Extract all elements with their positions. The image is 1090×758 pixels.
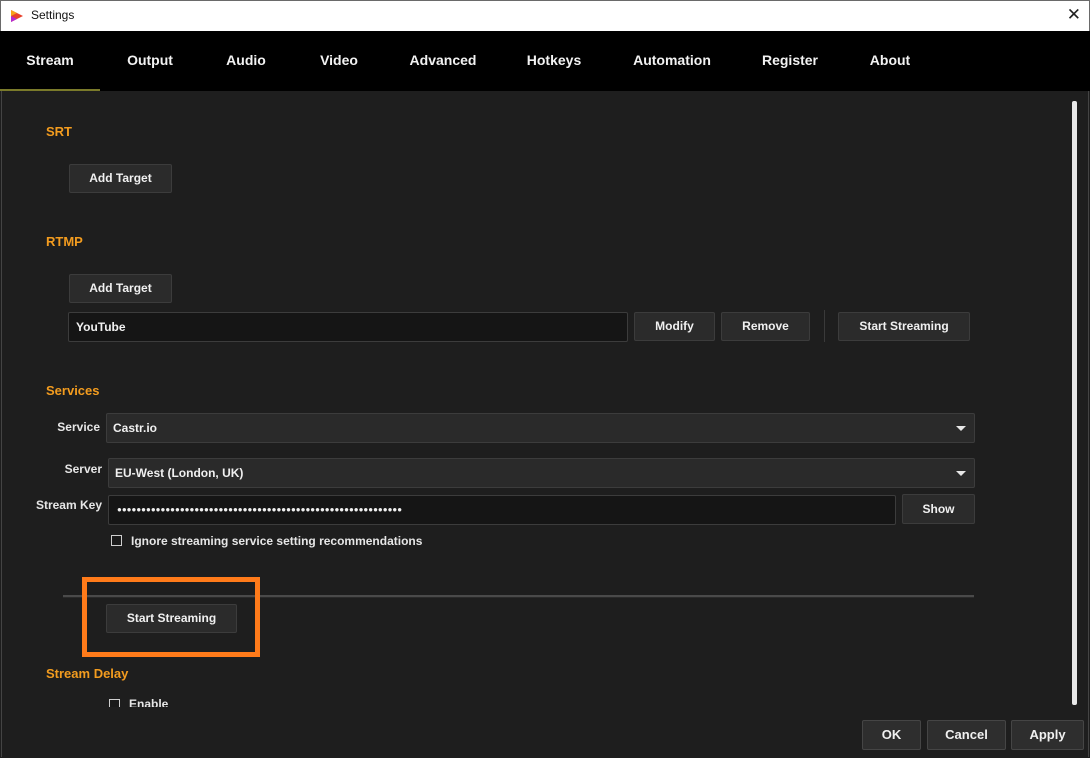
server-value: EU-West (London, UK): [115, 466, 244, 480]
modify-button[interactable]: Modify: [634, 312, 715, 341]
tab-advanced[interactable]: Advanced: [400, 31, 486, 91]
ignore-recommendations-checkbox[interactable]: [111, 535, 122, 546]
service-label: Service: [57, 420, 100, 434]
stream-delay-title: Stream Delay: [46, 666, 129, 681]
tab-video[interactable]: Video: [305, 31, 373, 91]
tab-stream[interactable]: Stream: [0, 31, 100, 91]
stream-delay-enable-checkbox[interactable]: [109, 699, 120, 707]
tab-about[interactable]: About: [858, 31, 922, 91]
stream-delay-enable-label: Enable: [129, 697, 169, 707]
tab-automation[interactable]: Automation: [622, 31, 722, 91]
app-logo-icon: [11, 10, 23, 22]
stream-key-field[interactable]: ●●●●●●●●●●●●●●●●●●●●●●●●●●●●●●●●●●●●●●●●…: [108, 495, 896, 525]
cancel-button[interactable]: Cancel: [927, 720, 1006, 750]
close-icon[interactable]: ✕: [1067, 5, 1081, 25]
ignore-recommendations-label: Ignore streaming service setting recomme…: [131, 534, 423, 548]
vertical-scrollbar[interactable]: [1069, 97, 1081, 709]
chevron-down-icon: [956, 426, 966, 431]
rtmp-start-streaming-button[interactable]: Start Streaming: [838, 312, 970, 341]
tab-output[interactable]: Output: [110, 31, 190, 91]
service-value: Castr.io: [113, 421, 158, 435]
tab-hotkeys[interactable]: Hotkeys: [514, 31, 594, 91]
tab-audio[interactable]: Audio: [212, 31, 280, 91]
tab-bar: Stream Output Audio Video Advanced Hotke…: [0, 31, 1090, 91]
stream-key-label: Stream Key: [35, 498, 102, 512]
show-key-button[interactable]: Show: [902, 494, 975, 524]
rtmp-target-field[interactable]: YouTube: [68, 312, 628, 342]
service-dropdown[interactable]: Castr.io: [106, 413, 975, 443]
srt-add-target-button[interactable]: Add Target: [69, 164, 172, 193]
rtmp-title: RTMP: [46, 234, 83, 249]
server-label: Server: [64, 462, 102, 476]
remove-button[interactable]: Remove: [721, 312, 810, 341]
services-title: Services: [46, 383, 100, 398]
stream-settings-panel: SRT Add Target RTMP Add Target YouTube M…: [0, 91, 1068, 707]
button-divider: [824, 310, 825, 342]
ok-button[interactable]: OK: [862, 720, 921, 750]
title-bar: Settings ✕: [0, 0, 1090, 31]
window-title: Settings: [31, 8, 75, 22]
scrollbar-thumb[interactable]: [1072, 101, 1077, 705]
server-dropdown[interactable]: EU-West (London, UK): [108, 458, 975, 488]
chevron-down-icon: [956, 471, 966, 476]
tab-register[interactable]: Register: [750, 31, 830, 91]
srt-title: SRT: [46, 124, 72, 139]
apply-button[interactable]: Apply: [1011, 720, 1084, 750]
highlight-annotation: [82, 577, 260, 657]
rtmp-add-target-button[interactable]: Add Target: [69, 274, 172, 303]
